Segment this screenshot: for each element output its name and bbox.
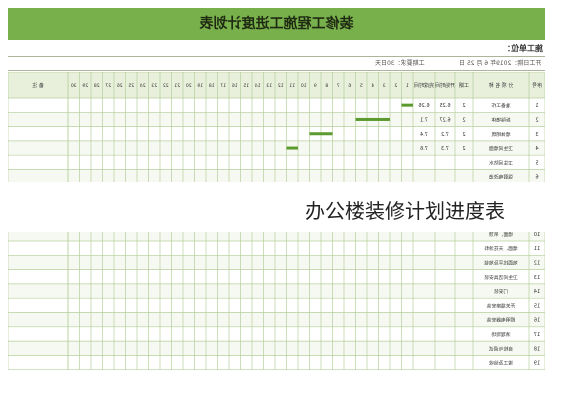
day-header-13: 13: [266, 83, 272, 89]
day-header-11: 11: [289, 83, 295, 89]
day-header-3: 3: [383, 83, 386, 89]
day-header-26: 26: [117, 83, 123, 89]
cell-14-1: 门安装: [494, 288, 509, 295]
day-header-28: 28: [94, 83, 100, 89]
cell-6-0: 6: [535, 175, 538, 181]
cell-12-0: 12: [534, 260, 540, 266]
day-header-12: 12: [278, 83, 284, 89]
day-header-10: 10: [301, 83, 307, 89]
cell-2-0: 2: [535, 117, 538, 123]
header-cell-4: 完成时间: [414, 82, 434, 89]
day-header-14: 14: [255, 83, 261, 89]
start-date: 开工日期：2019年 6 月 25 日: [458, 60, 541, 67]
cell-15-0: 15: [534, 303, 540, 309]
cell-17-1: 清理现场: [491, 331, 510, 338]
day-header-15: 15: [243, 83, 249, 89]
header-cell-3: 开始时间: [435, 82, 455, 89]
cell-4-4: 7.6: [420, 146, 428, 152]
cell-3-0: 3: [535, 132, 538, 138]
cell-1-2: 2: [462, 103, 465, 109]
cell-1-3: 6.25: [439, 103, 450, 109]
row-bg-18: [8, 341, 545, 356]
cell-1-4: 6.26: [418, 103, 429, 109]
cell-4-3: 7.3: [441, 146, 449, 152]
cell-16-0: 16: [534, 318, 540, 324]
header-cell-0: 序号: [532, 82, 542, 89]
day-header-1: 1: [406, 83, 409, 89]
cell-13-1: 卫生间洁具安装: [484, 274, 518, 281]
day-header-2: 2: [394, 83, 397, 89]
date-line: 开工日期：2019年 6 月 25 日 工期要求：30日天: [8, 58, 545, 71]
day-header-7: 7: [337, 83, 340, 89]
header-cell-1: 分 项 名 称: [489, 82, 514, 89]
cell-4-2: 2: [462, 146, 465, 152]
day-header-30: 30: [71, 83, 77, 89]
cell-17-0: 17: [534, 332, 540, 338]
gantt-bar-1: [401, 103, 413, 107]
cell-13-0: 13: [534, 275, 540, 281]
day-header-6: 6: [348, 83, 351, 89]
day-header-19: 19: [197, 83, 203, 89]
remark-header: 备 注: [32, 82, 44, 89]
cell-12-1: 地面找平及地毯: [484, 259, 518, 266]
caption-text: 办公楼装修计划进度表: [305, 199, 505, 223]
unit-label: 施工单位：: [503, 44, 543, 53]
day-header-4: 4: [371, 83, 374, 89]
cell-14-0: 14: [534, 289, 540, 295]
day-header-22: 22: [163, 83, 169, 89]
cell-19-1: 竣工及验收: [489, 360, 513, 367]
cell-2-4: 7.1: [420, 117, 428, 123]
day-header-8: 8: [325, 83, 328, 89]
cell-1-0: 1: [535, 103, 538, 109]
day-header-9: 9: [314, 83, 317, 89]
day-header-24: 24: [140, 83, 146, 89]
day-header-21: 21: [174, 83, 180, 89]
cell-18-1: 自检与调试: [489, 345, 513, 352]
row-bg-14: [8, 283, 545, 299]
cell-2-1: 拆除墙体: [491, 116, 510, 123]
gantt-bar-4: [286, 146, 298, 150]
cell-4-0: 4: [535, 146, 538, 152]
duration-text: 工期要求：30日天: [375, 60, 425, 67]
cell-5-0: 5: [535, 160, 538, 166]
day-header-16: 16: [232, 83, 238, 89]
cell-1-1: 准备工作: [491, 102, 510, 109]
day-header-18: 18: [209, 83, 215, 89]
cell-11-0: 11: [534, 246, 540, 252]
gantt-bar-3: [309, 132, 333, 136]
day-header-29: 29: [82, 83, 88, 89]
cell-3-1: 墙体砌筑: [491, 131, 510, 138]
unit-line: 施工单位：: [8, 42, 545, 57]
cell-3-2: 2: [462, 132, 465, 138]
day-header-20: 20: [186, 83, 192, 89]
cell-15-1: 开关插座安装: [486, 302, 515, 309]
cell-11-1: 墙面、天花涂料: [484, 245, 518, 252]
gantt-bar-2: [355, 117, 390, 121]
day-header-17: 17: [220, 83, 226, 89]
cell-16-1: 照明电器安装: [486, 317, 515, 324]
sheet-title: 装修工程施工进度计划表: [8, 8, 545, 40]
row-bg-16: [8, 312, 545, 327]
cell-6-1: 强弱电改造: [489, 174, 513, 181]
day-header-5: 5: [360, 83, 363, 89]
cell-2-2: 2: [462, 117, 465, 123]
cell-19-0: 19: [534, 361, 540, 367]
cell-5-1: 卫生间防水: [489, 159, 513, 166]
header-cell-2: 工期: [459, 83, 469, 89]
day-header-25: 25: [128, 83, 134, 89]
cell-4-1: 卫生间墙面: [489, 145, 513, 152]
cell-2-3: 6.27: [439, 117, 450, 123]
row-bg-12: [8, 255, 545, 270]
cell-3-4: 7.4: [420, 132, 428, 138]
cell-18-0: 18: [534, 346, 540, 352]
day-header-23: 23: [151, 83, 157, 89]
day-header-27: 27: [105, 83, 111, 89]
cell-10-0: 10: [534, 232, 540, 238]
cell-3-3: 7.2: [441, 132, 449, 138]
